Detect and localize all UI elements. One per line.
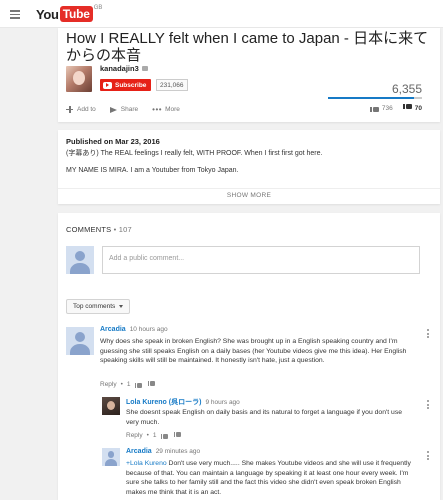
user-avatar-icon <box>66 246 94 274</box>
comments-title: COMMENTS <box>66 225 112 234</box>
description-line: MY NAME IS MIRA. I am a Youtuber from To… <box>66 167 239 174</box>
comment-author[interactable]: Arcadia <box>100 326 126 333</box>
add-to-label: Add to <box>77 106 96 113</box>
comments-count: 107 <box>118 225 132 234</box>
like-button[interactable]: 736 <box>369 104 393 112</box>
comment-time[interactable]: 29 minutes ago <box>156 448 200 455</box>
sort-label: Top comments <box>73 303 116 310</box>
share-icon <box>109 106 117 113</box>
comment-actions: Reply • 1 <box>126 432 182 439</box>
comment-time[interactable]: 10 hours ago <box>130 326 168 333</box>
comment-author[interactable]: Lola Kureno (呉ローラ) <box>126 397 201 407</box>
comment-text: Why does she speak in broken English? Sh… <box>100 338 407 364</box>
thumb-down-icon <box>402 104 412 112</box>
description-card: Published on Mar 23, 2016 (字幕あり) The REA… <box>58 130 440 204</box>
thumb-up-icon[interactable] <box>134 381 143 388</box>
more-button[interactable]: ••• More <box>152 105 180 114</box>
thumb-up-icon[interactable] <box>160 432 169 439</box>
reply-button[interactable]: Reply <box>100 381 117 388</box>
description-line: (字幕あり) The REAL feelings I really felt, … <box>66 150 323 157</box>
comments-header: COMMENTS • 107 <box>66 225 132 234</box>
reply-button[interactable]: Reply <box>126 432 143 439</box>
more-label: More <box>165 106 180 113</box>
comment-like-count: 1 <box>152 432 157 439</box>
sort-comments-dropdown[interactable]: Top comments <box>66 299 131 314</box>
comment-text: +Lola Kureno Don't use very much..... Sh… <box>126 459 416 497</box>
share-label: Share <box>120 106 139 113</box>
share-button[interactable]: Share <box>109 106 139 113</box>
video-info-card: How I REALLY felt when I came to Japan -… <box>58 28 440 122</box>
commenter-avatar-icon[interactable] <box>102 448 120 466</box>
verified-icon <box>141 66 148 71</box>
view-count: 6,355 <box>391 82 422 96</box>
sentiment-bar-likes <box>328 97 414 99</box>
published-date: Published on Mar 23, 2016 <box>66 137 160 146</box>
comment-text: She doesnt speak English on daily basis … <box>126 409 403 426</box>
add-to-button[interactable]: Add to <box>66 106 96 113</box>
dislike-button[interactable]: 70 <box>402 104 422 112</box>
comment-menu-icon[interactable] <box>427 400 430 411</box>
logo-you-text: You <box>36 6 59 22</box>
show-more-button[interactable]: SHOW MORE <box>58 188 440 199</box>
comment-time[interactable]: 9 hours ago <box>205 399 239 406</box>
separator: • <box>146 432 149 439</box>
comment-header: Lola Kureno (呉ローラ) 9 hours ago <box>126 397 240 407</box>
youtube-play-icon <box>103 81 112 89</box>
video-title: How I REALLY felt when I came to Japan -… <box>66 30 429 64</box>
subscribe-label: Subscribe <box>115 81 147 89</box>
like-count: 736 <box>381 104 393 112</box>
thumb-down-icon[interactable] <box>147 381 156 388</box>
comment-author[interactable]: Arcadia <box>126 448 152 455</box>
comment-menu-icon[interactable] <box>427 451 430 462</box>
logo-country-code: GB <box>93 5 103 11</box>
channel-name[interactable]: kanadajin3 <box>100 64 139 73</box>
comment-actions: Reply • 1 <box>100 381 156 388</box>
commenter-avatar-icon[interactable] <box>66 327 94 355</box>
more-dots-icon: ••• <box>152 105 163 114</box>
comments-card: COMMENTS • 107 Add a public comment... T… <box>58 213 440 500</box>
comment-menu-icon[interactable] <box>427 329 430 340</box>
menu-icon[interactable] <box>10 10 20 19</box>
subscriber-count: 231,066 <box>156 79 188 91</box>
dislike-count: 70 <box>414 104 422 112</box>
youtube-logo[interactable]: You Tube GB <box>36 5 103 22</box>
commenter-avatar-icon[interactable] <box>102 397 120 415</box>
plus-icon <box>66 106 73 113</box>
action-bar: Add to Share ••• More <box>66 105 194 114</box>
comment-header: Arcadia 29 minutes ago <box>126 448 200 455</box>
chevron-down-icon <box>119 305 124 308</box>
comment-text-body: Don't use very much..... She makes Youtu… <box>126 460 411 496</box>
comment-header: Arcadia 10 hours ago <box>100 326 168 333</box>
logo-tube-text: Tube <box>59 6 93 22</box>
subscribe-button[interactable]: Subscribe <box>100 79 152 91</box>
like-dislike-bar: 736 70 <box>369 104 422 112</box>
thumb-up-icon <box>369 104 379 112</box>
channel-avatar[interactable] <box>66 66 92 92</box>
separator: • <box>120 381 123 388</box>
comment-mention[interactable]: +Lola Kureno <box>126 460 167 467</box>
comment-like-count: 1 <box>126 381 131 388</box>
channel-name-row[interactable]: kanadajin3 <box>100 64 148 73</box>
masthead: You Tube GB <box>0 0 443 28</box>
thumb-down-icon[interactable] <box>173 432 182 439</box>
sentiment-bar <box>328 97 422 99</box>
add-comment-input[interactable]: Add a public comment... <box>102 246 420 274</box>
